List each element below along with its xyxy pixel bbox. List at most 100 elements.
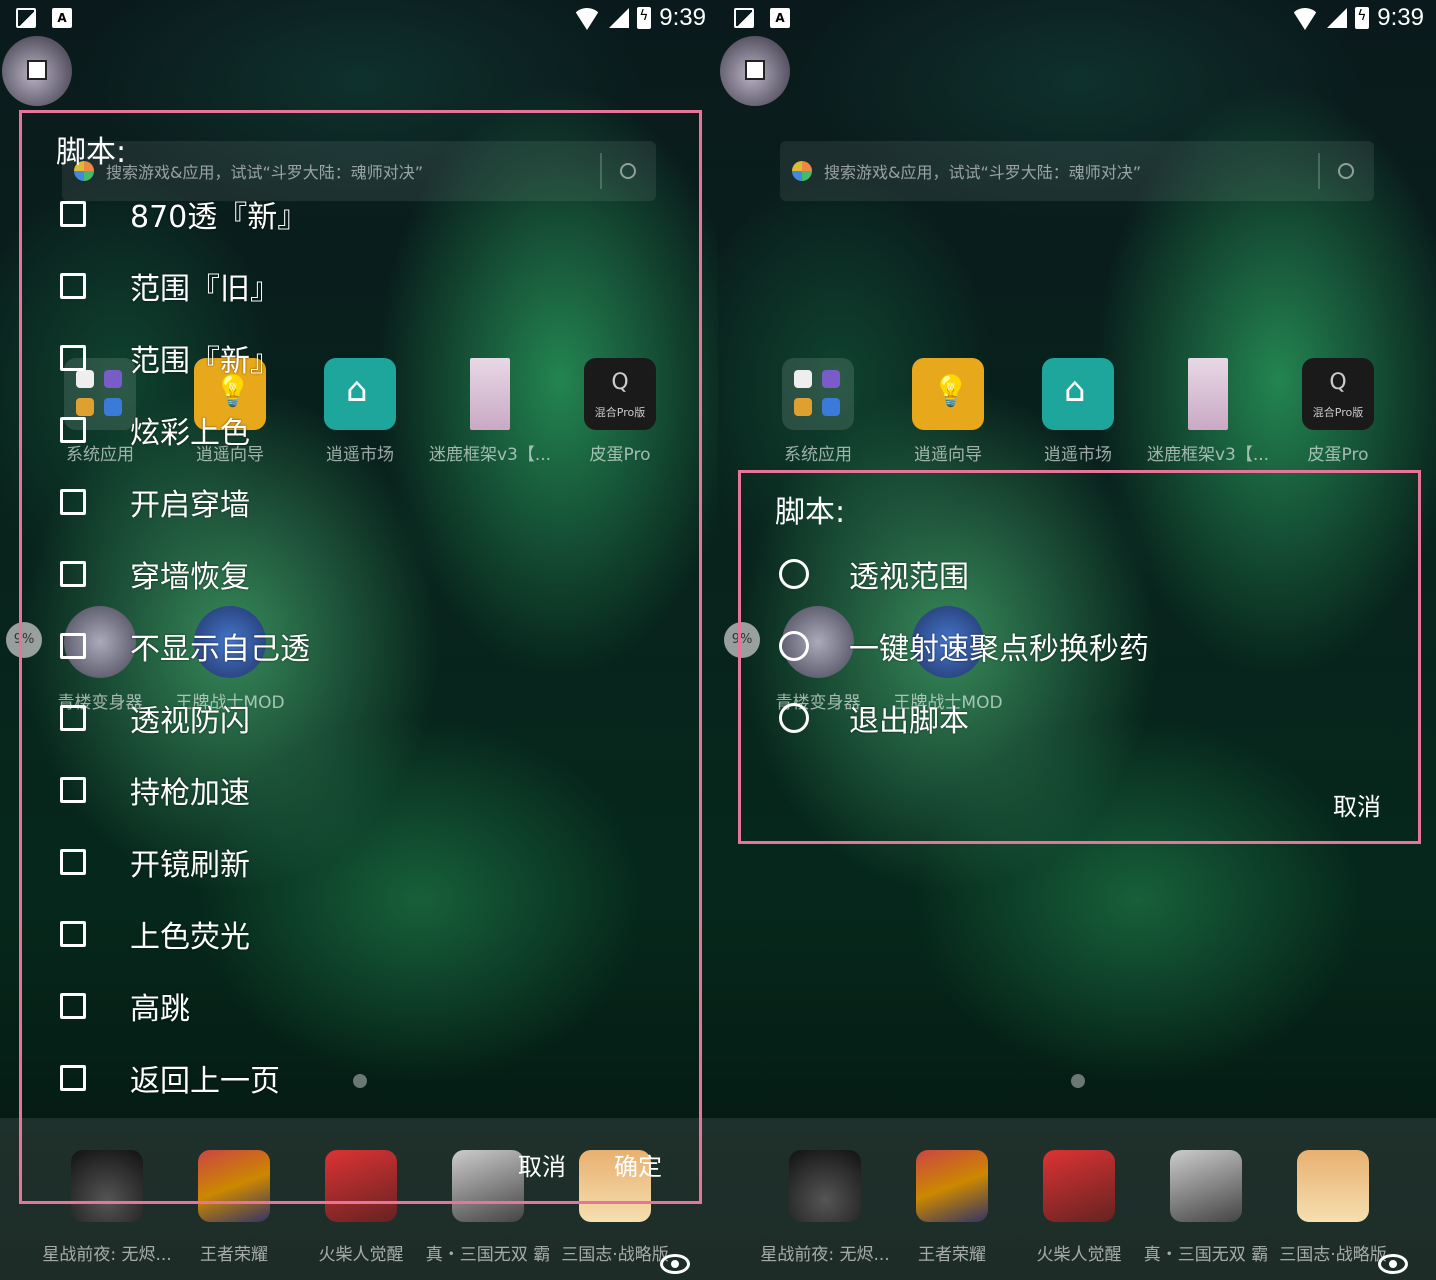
option-label: 开启穿墙 bbox=[130, 488, 250, 523]
option-row[interactable]: 一键射速聚点秒换秒药 bbox=[779, 621, 1149, 671]
option-row[interactable]: 开启穿墙 bbox=[60, 477, 250, 527]
lightbulb-icon bbox=[912, 358, 984, 430]
cancel-button[interactable]: 取消 bbox=[1333, 787, 1381, 822]
wifi-icon bbox=[1291, 8, 1320, 30]
app-label: 火柴人觉醒 bbox=[318, 1245, 404, 1265]
eye-icon[interactable] bbox=[660, 1254, 690, 1274]
left-screen: A 9:39 搜索游戏&应用，试试“斗罗大陆：魂师对决” 系统应用 逍遥向导 逍… bbox=[0, 0, 718, 1280]
app-xiaoyao-guide[interactable]: 逍遥向导 bbox=[883, 358, 1013, 465]
radio-button[interactable] bbox=[779, 703, 809, 733]
radio-button[interactable] bbox=[779, 631, 809, 661]
app-milu-framework[interactable]: 迷鹿框架v3【... bbox=[1143, 358, 1273, 465]
option-label: 持枪加速 bbox=[130, 776, 250, 811]
pidan-pro-icon: Q 混合Pro版 bbox=[1302, 358, 1374, 430]
option-label: 透视防闪 bbox=[130, 704, 250, 739]
eye-icon[interactable] bbox=[1378, 1254, 1408, 1274]
option-row[interactable]: 范围『旧』 bbox=[60, 261, 280, 311]
option-label: 退出脚本 bbox=[849, 704, 969, 739]
checkbox[interactable] bbox=[60, 201, 86, 227]
option-label: 透视范围 bbox=[849, 560, 969, 595]
stop-icon bbox=[27, 60, 47, 80]
checkbox[interactable] bbox=[60, 345, 86, 371]
checkbox[interactable] bbox=[60, 489, 86, 515]
dynasty-warriors-icon bbox=[1170, 1150, 1242, 1222]
dock-app-eve[interactable]: 星战前夜: 无烬... bbox=[760, 1150, 890, 1265]
app-xiaoyao-market[interactable]: 逍遥市场 bbox=[1013, 358, 1143, 465]
option-row[interactable]: 返回上一页 bbox=[60, 1053, 280, 1103]
app-system-apps[interactable]: 系统应用 bbox=[753, 358, 883, 465]
cancel-button[interactable]: 取消 bbox=[518, 1147, 566, 1182]
battery-icon bbox=[1355, 7, 1370, 29]
option-label: 上色荧光 bbox=[130, 920, 250, 955]
floating-script-button[interactable] bbox=[720, 36, 790, 106]
option-row[interactable]: 穿墙恢复 bbox=[60, 549, 250, 599]
app-label: 皮蛋Pro bbox=[1307, 445, 1369, 465]
option-label: 870透『新』 bbox=[130, 200, 308, 235]
clock: 9:39 bbox=[1377, 4, 1424, 31]
dock-app-stickman[interactable]: 火柴人觉醒 bbox=[1014, 1150, 1144, 1265]
checkbox[interactable] bbox=[60, 417, 86, 443]
status-bar: A 9:39 bbox=[0, 0, 718, 36]
status-bar: A 9:39 bbox=[718, 0, 1436, 36]
checkbox[interactable] bbox=[60, 993, 86, 1019]
app-label: 真・三国无双 霸 bbox=[1143, 1245, 1269, 1265]
checkbox[interactable] bbox=[60, 921, 86, 947]
script-radio-dialog: 脚本: 透视范围 一键射速聚点秒换秒药 退出脚本 取消 bbox=[738, 470, 1421, 844]
right-screen: A 9:39 搜索游戏&应用，试试“斗罗大陆：魂师对决” 系统应用 逍遥向导 逍… bbox=[718, 0, 1436, 1280]
option-row[interactable]: 不显示自己透 bbox=[60, 621, 310, 671]
app-label: 逍遥市场 bbox=[1044, 445, 1112, 465]
stop-icon bbox=[745, 60, 765, 80]
eve-icon bbox=[789, 1150, 861, 1222]
dock: 星战前夜: 无烬... 王者荣耀 火柴人觉醒 真・三国无双 霸 三国志·战略版 bbox=[718, 1118, 1436, 1280]
checkbox[interactable] bbox=[60, 705, 86, 731]
option-row[interactable]: 870透『新』 bbox=[60, 189, 307, 239]
three-kingdoms-icon bbox=[1297, 1150, 1369, 1222]
option-row[interactable]: 上色荧光 bbox=[60, 909, 250, 959]
app-label: 星战前夜: 无烬... bbox=[760, 1245, 890, 1265]
search-divider bbox=[1318, 153, 1320, 189]
dock-app-three-kingdoms[interactable]: 三国志·战略版 bbox=[1268, 1150, 1398, 1265]
a-notification-icon: A bbox=[770, 8, 790, 28]
option-label: 开镜刷新 bbox=[130, 848, 250, 883]
option-row[interactable]: 范围『新』 bbox=[60, 333, 280, 383]
app-label: 逍遥向导 bbox=[914, 445, 982, 465]
dock-app-dynasty-warriors[interactable]: 真・三国无双 霸 bbox=[1141, 1150, 1271, 1265]
app-label: 王者荣耀 bbox=[200, 1245, 268, 1265]
checkbox[interactable] bbox=[60, 1065, 86, 1091]
option-row[interactable]: 透视防闪 bbox=[60, 693, 250, 743]
app-label: 王者荣耀 bbox=[918, 1245, 986, 1265]
checkbox[interactable] bbox=[60, 561, 86, 587]
honor-of-kings-icon bbox=[916, 1150, 988, 1222]
option-row[interactable]: 持枪加速 bbox=[60, 765, 250, 815]
option-row[interactable]: 透视范围 bbox=[779, 549, 969, 599]
script-checkbox-dialog: 脚本: 870透『新』 范围『旧』 范围『新』 炫彩上色 开启穿墙 穿墙恢复 不… bbox=[19, 110, 702, 1204]
signal-icon bbox=[1327, 8, 1348, 28]
floating-script-button[interactable] bbox=[2, 36, 72, 106]
dock-app-honor-of-kings[interactable]: 王者荣耀 bbox=[887, 1150, 1017, 1265]
checkbox[interactable] bbox=[60, 849, 86, 875]
option-row[interactable]: 炫彩上色 bbox=[60, 405, 250, 455]
confirm-button[interactable]: 确定 bbox=[614, 1147, 662, 1182]
option-label: 穿墙恢复 bbox=[130, 560, 250, 595]
radio-button[interactable] bbox=[779, 559, 809, 589]
battery-icon bbox=[637, 7, 652, 29]
checkbox[interactable] bbox=[60, 633, 86, 659]
search-icon[interactable] bbox=[1338, 163, 1354, 179]
checkbox[interactable] bbox=[60, 273, 86, 299]
a-notification-icon: A bbox=[52, 8, 72, 28]
app-label: 迷鹿框架v3【... bbox=[1146, 445, 1270, 465]
gallery-notification-icon bbox=[734, 8, 754, 28]
clock: 9:39 bbox=[659, 4, 706, 31]
search-bar[interactable]: 搜索游戏&应用，试试“斗罗大陆：魂师对决” bbox=[780, 141, 1374, 201]
dialog-title: 脚本: bbox=[775, 495, 846, 530]
checkbox[interactable] bbox=[60, 777, 86, 803]
option-row[interactable]: 开镜刷新 bbox=[60, 837, 250, 887]
option-row[interactable]: 高跳 bbox=[60, 981, 190, 1031]
option-row[interactable]: 退出脚本 bbox=[779, 693, 969, 743]
store-logo-icon bbox=[792, 161, 812, 181]
app-label: 星战前夜: 无烬... bbox=[42, 1245, 172, 1265]
search-placeholder: 搜索游戏&应用，试试“斗罗大陆：魂师对决” bbox=[824, 163, 1142, 182]
dialog-title: 脚本: bbox=[56, 135, 127, 170]
app-pidan-pro[interactable]: Q 混合Pro版 皮蛋Pro bbox=[1273, 358, 1403, 465]
option-label: 不显示自己透 bbox=[130, 632, 310, 667]
